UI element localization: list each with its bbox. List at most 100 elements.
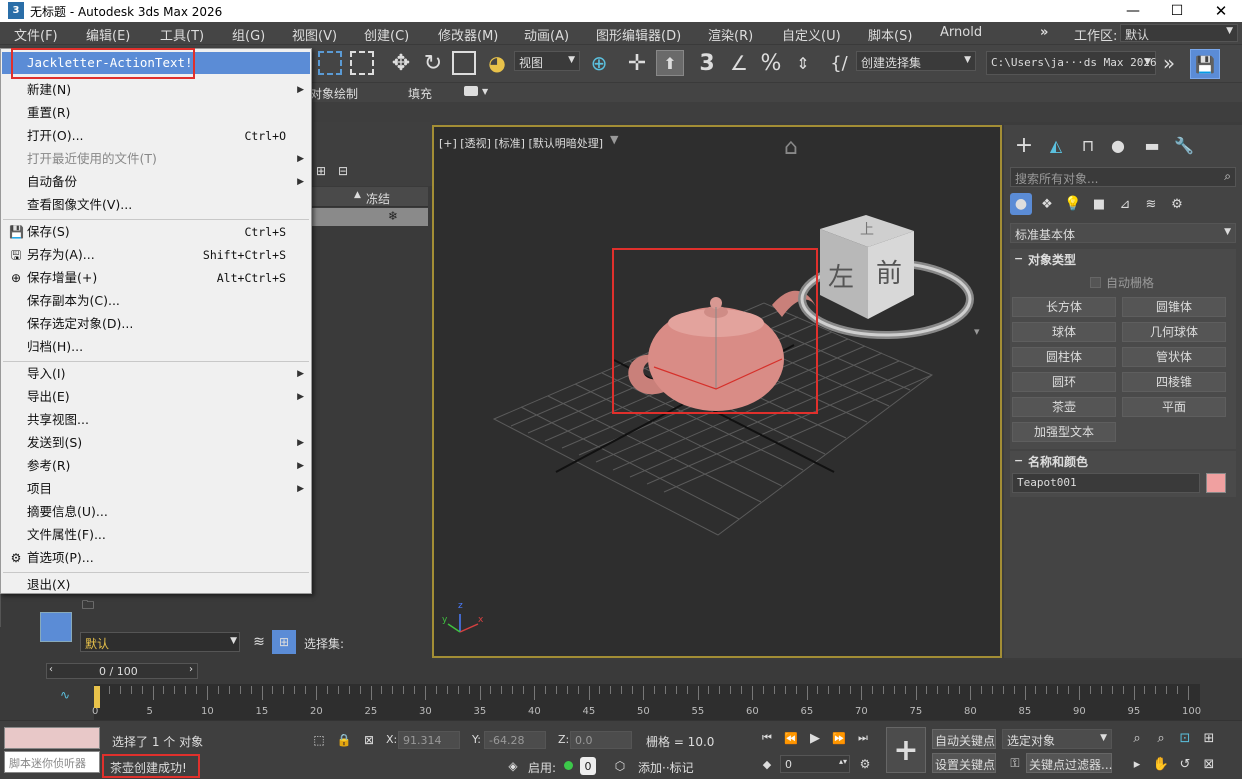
sphere-button[interactable]: 球体 xyxy=(1012,322,1116,342)
motion-tab-icon[interactable]: ● xyxy=(1106,133,1130,157)
window-crossing-icon[interactable] xyxy=(350,51,374,75)
prev-frame-icon[interactable]: ⏪ xyxy=(782,729,800,747)
track-bar[interactable]: 0 5 10 15 20 25 30 35 40 45 50 55 60 65 70 75 80 85 90 95 10… xyxy=(92,684,1201,720)
y-coord-field[interactable]: -64.28 xyxy=(484,731,546,749)
file-menu-item[interactable]: 自动备份 ▶ xyxy=(2,171,310,193)
menu-rendering[interactable]: 渲染(R) xyxy=(708,25,753,44)
file-menu-item[interactable]: ⚙ 首选项(P)... xyxy=(2,547,310,569)
maximize-icon[interactable]: ☐ xyxy=(1162,0,1192,22)
zoom-icon[interactable]: ⌕ xyxy=(1128,729,1146,747)
menu-animation[interactable]: 动画(A) xyxy=(524,25,569,44)
time-slider[interactable]: ‹ 0 / 100 › xyxy=(46,663,198,679)
perspective-viewport[interactable]: [+] [透视] [标准] [默认明暗处理] ▼ ⌂ 上 左 前 ▾ z x y xyxy=(432,125,1002,658)
set-key-big-icon[interactable]: + xyxy=(886,727,926,773)
table-row[interactable]: ❄ xyxy=(312,208,428,226)
cameras-icon[interactable]: ■ xyxy=(1088,193,1110,215)
file-menu-item[interactable]: 共享视图... xyxy=(2,409,310,431)
file-menu-item[interactable]: 导出(E) ▶ xyxy=(2,386,310,408)
maxscript-listener-input[interactable]: 脚本迷你侦听器 xyxy=(4,751,100,773)
file-menu-item[interactable]: 摘要信息(U)... xyxy=(2,501,310,523)
selected-objects-dropdown[interactable]: 选定对象 ▼ xyxy=(1002,729,1112,749)
file-menu-item[interactable]: 💾 保存(S) Ctrl+S xyxy=(2,221,310,243)
file-menu-item[interactable]: 保存副本为(C)... xyxy=(2,290,310,312)
transform-mode-icon[interactable]: ⊠ xyxy=(360,731,378,749)
adaptive-degradation-icon[interactable]: ◈ xyxy=(504,757,522,775)
viewcube-front-label[interactable]: 前 xyxy=(876,253,902,290)
spinner-icon[interactable]: ▴▾ xyxy=(839,757,847,766)
menu-file[interactable]: 文件(F) xyxy=(14,25,58,44)
display-tab-icon[interactable]: ▬ xyxy=(1140,133,1164,157)
ribbon-object-paint[interactable]: 对象绘制 xyxy=(310,85,358,102)
ribbon-fill[interactable]: 填充 xyxy=(408,85,432,102)
hierarchy-tab-icon[interactable]: ⊓ xyxy=(1076,133,1100,157)
go-end-icon[interactable]: ⏭ xyxy=(854,729,872,747)
menu-customize[interactable]: 自定义(U) xyxy=(782,25,841,44)
file-menu-item[interactable]: 打开(O)... Ctrl+O xyxy=(2,125,310,147)
scale-icon[interactable] xyxy=(452,51,476,75)
layers-icon[interactable]: ≋ xyxy=(250,632,268,652)
menu-group[interactable]: 组(G) xyxy=(232,25,265,44)
menu-edit[interactable]: 编辑(E) xyxy=(86,25,130,44)
current-frame-field[interactable]: 0 ▴▾ xyxy=(780,755,850,773)
file-menu-item[interactable]: 重置(R) xyxy=(2,102,310,124)
place-icon[interactable]: ◕ xyxy=(484,50,510,76)
named-selection-icon[interactable]: {/ xyxy=(826,50,852,76)
set-key-button[interactable]: 设置关键点 xyxy=(932,753,996,773)
layer-icon[interactable]: 🗀 xyxy=(82,596,94,617)
rollout-collapse-icon[interactable]: − xyxy=(1014,454,1023,467)
zoom-extents-icon[interactable]: ⊡ xyxy=(1176,729,1194,747)
rollout-collapse-icon[interactable]: − xyxy=(1014,252,1023,265)
viewcube-left-label[interactable]: 左 xyxy=(828,257,854,294)
link-icon[interactable]: ✛ xyxy=(624,50,650,76)
geosphere-button[interactable]: 几何球体 xyxy=(1122,322,1226,342)
file-menu-item[interactable]: 归档(H)... xyxy=(2,336,310,358)
geometry-icon[interactable]: ● xyxy=(1010,193,1032,215)
name-color-title[interactable]: 名称和颜色 xyxy=(1028,453,1088,470)
menu-modifiers[interactable]: 修改器(M) xyxy=(438,25,498,44)
chevron-down-icon[interactable]: ▼ xyxy=(482,87,488,96)
fov-icon[interactable]: ▸ xyxy=(1128,755,1146,773)
layer-stack-icon[interactable] xyxy=(40,612,72,642)
cone-button[interactable]: 圆锥体 xyxy=(1122,297,1226,317)
orbit-icon[interactable]: ↺ xyxy=(1176,755,1194,773)
save-icon[interactable]: 💾 xyxy=(1190,49,1220,79)
file-menu-item[interactable]: 新建(N) ▶ xyxy=(2,79,310,101)
frame-counter-badge[interactable]: 0 xyxy=(580,757,596,775)
plane-button[interactable]: 平面 xyxy=(1122,397,1226,417)
file-menu-item[interactable]: 导入(I) ▶ xyxy=(2,363,310,385)
close-icon[interactable]: ✕ xyxy=(1206,0,1236,22)
overflow-icon[interactable]: » xyxy=(1158,50,1180,76)
play-icon[interactable]: ▶ xyxy=(806,729,824,747)
pyramid-button[interactable]: 四棱锥 xyxy=(1122,372,1226,392)
file-menu-item[interactable]: 退出(X) xyxy=(2,574,310,596)
angle-snap-icon[interactable]: ∠ xyxy=(726,50,752,76)
isolate-icon[interactable]: ⬚ xyxy=(310,731,328,749)
file-menu-item[interactable]: 发送到(S) ▶ xyxy=(2,432,310,454)
tube-button[interactable]: 管状体 xyxy=(1122,347,1226,367)
freeze-header[interactable]: 冻结 xyxy=(366,190,390,207)
time-prev-icon[interactable]: ‹ xyxy=(49,664,53,675)
minimize-icon[interactable]: — xyxy=(1118,0,1148,22)
key-icon[interactable]: ⚿ xyxy=(1006,753,1024,773)
file-menu-item[interactable]: 保存选定对象(D)... xyxy=(2,313,310,335)
category-dropdown[interactable]: 标准基本体 ▼ xyxy=(1010,223,1236,243)
layer-dropdown[interactable]: 默认 ▼ xyxy=(80,632,240,652)
x-coord-field[interactable]: 91.314 xyxy=(398,731,460,749)
sort-icon[interactable]: ▲ xyxy=(354,190,361,200)
file-menu-item[interactable]: ⊕ 保存增量(+) Alt+Ctrl+S xyxy=(2,267,310,289)
move-icon[interactable]: ✥ xyxy=(388,50,414,76)
freeze-icon[interactable]: ❄ xyxy=(388,209,398,223)
file-menu-item[interactable]: 🖫 另存为(A)... Shift+Ctrl+S xyxy=(2,244,310,266)
menu-create[interactable]: 创建(C) xyxy=(364,25,409,44)
lock-icon[interactable]: 🔒 xyxy=(336,731,352,749)
zoom-all-icon[interactable]: ⌕ xyxy=(1152,729,1170,747)
key-filters-button[interactable]: 关键点过滤器... xyxy=(1026,753,1112,773)
select-manipulate-icon[interactable]: ⬆ xyxy=(656,50,684,76)
time-next-icon[interactable]: › xyxy=(189,664,193,675)
z-coord-field[interactable]: 0.0 xyxy=(570,731,632,749)
file-menu-item[interactable]: 参考(R) ▶ xyxy=(2,455,310,477)
systems-icon[interactable]: ⚙ xyxy=(1166,193,1188,215)
lights-icon[interactable]: 💡 xyxy=(1062,193,1084,215)
add-time-tag[interactable]: 添加··标记 xyxy=(638,759,694,776)
reference-coord-dropdown[interactable]: 视图 ▼ xyxy=(514,51,580,71)
